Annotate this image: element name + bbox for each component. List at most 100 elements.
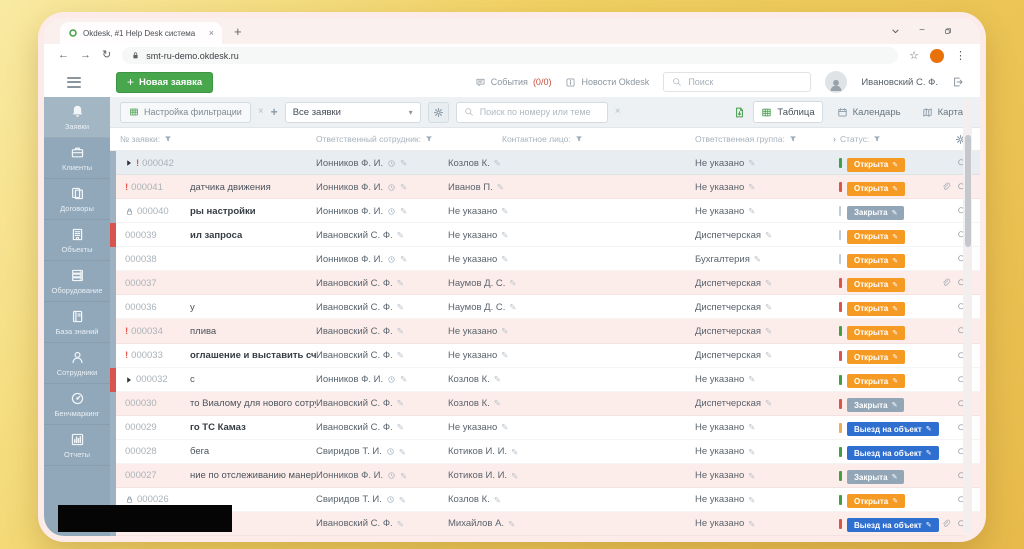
edit-icon[interactable]: ✎ <box>748 159 755 168</box>
ticket-group[interactable]: Не указано✎ <box>692 446 833 457</box>
edit-icon[interactable]: ✎ <box>748 520 755 529</box>
edit-icon[interactable]: ✎ <box>400 207 407 216</box>
scrollbar[interactable] <box>963 99 972 534</box>
status-badge[interactable]: Открыта✎ <box>847 302 905 316</box>
browser-menu-icon[interactable]: ⋮ <box>955 49 966 62</box>
new-tab-button[interactable]: + <box>234 25 242 38</box>
edit-icon[interactable]: ✎ <box>400 255 407 264</box>
ticket-employee[interactable]: Ивановский С. Ф.✎ <box>316 422 448 433</box>
ticket-group[interactable]: Диспетчерская✎ <box>692 398 833 409</box>
ticket-contact[interactable]: Не указано✎ <box>448 254 692 265</box>
status-badge[interactable]: Открыта✎ <box>847 230 905 244</box>
edit-icon[interactable]: ✎ <box>748 183 755 192</box>
ticket-employee[interactable]: Ивановский С. Ф.✎ <box>316 398 448 409</box>
window-restore-icon[interactable] <box>944 27 952 35</box>
window-minimize-icon[interactable]: − <box>919 26 925 36</box>
ticket-number[interactable]: 000037 <box>125 278 157 289</box>
edit-icon[interactable]: ✎ <box>511 472 518 481</box>
edit-icon[interactable]: ✎ <box>501 423 508 432</box>
sidebar-item-equipment[interactable]: Оборудование <box>44 261 110 302</box>
hamburger-menu-icon[interactable] <box>67 77 81 88</box>
ticket-subject[interactable]: го ТС Камаз <box>190 422 316 433</box>
status-badge[interactable]: Выезд на объект✎ <box>847 518 939 532</box>
ticket-contact[interactable]: Наумов Д. С.✎ <box>448 302 692 313</box>
ticket-number[interactable]: 000042 <box>142 158 174 169</box>
edit-icon[interactable]: ✎ <box>509 303 516 312</box>
ticket-employee[interactable]: Ионников Ф. И.✎ <box>316 470 448 481</box>
edit-icon[interactable]: ✎ <box>397 231 404 240</box>
ticket-subject[interactable]: то Виалому для нового сотрудн… <box>190 398 316 409</box>
edit-icon[interactable]: ✎ <box>400 375 407 384</box>
edit-icon[interactable]: ✎ <box>765 327 772 336</box>
sidebar-item-clients[interactable]: Клиенты <box>44 138 110 179</box>
ticket-row[interactable]: !000042Ионников Ф. И.✎Козлов К.✎Не указа… <box>110 151 980 175</box>
filter-clear-icon[interactable]: × <box>258 107 264 117</box>
ticket-employee[interactable]: Ивановский С. Ф.✎ <box>316 518 448 529</box>
header-status[interactable]: › Статус: <box>833 134 939 144</box>
status-badge[interactable]: Закрыта✎ <box>847 470 904 484</box>
tab-close-icon[interactable]: × <box>209 29 214 38</box>
ticket-number[interactable]: 000027 <box>125 470 157 481</box>
edit-icon[interactable]: ✎ <box>765 231 772 240</box>
reload-icon[interactable]: ↻ <box>102 50 111 61</box>
browser-profile-avatar[interactable] <box>930 49 944 63</box>
ticket-group[interactable]: Не указано✎ <box>692 422 833 433</box>
status-badge[interactable]: Закрыта✎ <box>847 206 904 220</box>
ticket-contact[interactable]: Козлов К.✎ <box>448 494 692 505</box>
ticket-row[interactable]: 000032сИонников Ф. И.✎Козлов К.✎Не указа… <box>110 368 980 392</box>
ticket-group[interactable]: Диспетчерская✎ <box>692 350 833 361</box>
ticket-employee[interactable]: Ивановский С. Ф.✎ <box>316 326 448 337</box>
edit-icon[interactable]: ✎ <box>511 448 518 457</box>
status-badge[interactable]: Закрыта✎ <box>847 398 904 412</box>
ticket-contact[interactable]: Козлов К.✎ <box>448 398 692 409</box>
ticket-row[interactable]: 000027ние по отслеживанию манеры…Ионнико… <box>110 464 980 488</box>
filter-add-icon[interactable]: + <box>271 106 278 118</box>
forward-icon[interactable]: → <box>80 50 91 61</box>
ticket-number[interactable]: 000030 <box>125 398 157 409</box>
ticket-row[interactable]: 000026Свиридов Т. И.✎Козлов К.✎Не указан… <box>110 488 980 512</box>
header-ticket-number[interactable]: № заявки: <box>116 134 316 144</box>
back-icon[interactable]: ← <box>58 50 69 61</box>
expand-arrow-icon[interactable] <box>125 159 133 167</box>
ticket-contact[interactable]: Козлов К.✎ <box>448 374 692 385</box>
ticket-row[interactable]: 000028бегаСвиридов Т. И.✎Котиков И. И.✎Н… <box>110 440 980 464</box>
ticket-employee[interactable]: Ионников Ф. И.✎ <box>316 206 448 217</box>
edit-icon[interactable]: ✎ <box>748 496 755 505</box>
edit-icon[interactable]: ✎ <box>501 255 508 264</box>
ticket-row[interactable]: !000033оглашение и выставить счет…Иванов… <box>110 344 980 368</box>
edit-icon[interactable]: ✎ <box>400 472 407 481</box>
ticket-contact[interactable]: Котиков И. И.✎ <box>448 446 692 457</box>
sidebar-item-benchmarking[interactable]: Бенчмаркинг <box>44 384 110 425</box>
header-contact[interactable]: Контактное лицо: <box>448 134 692 144</box>
edit-icon[interactable]: ✎ <box>397 303 404 312</box>
filter-gear-button[interactable] <box>428 102 449 123</box>
ticket-number[interactable]: 000026 <box>137 494 169 505</box>
ticket-group[interactable]: Не указано✎ <box>692 470 833 481</box>
global-search-input[interactable]: Поиск <box>663 72 811 92</box>
user-name[interactable]: Ивановский С. Ф. <box>861 77 938 88</box>
sidebar-item-contracts[interactable]: Договоры <box>44 179 110 220</box>
ticket-contact[interactable]: Не указано✎ <box>448 230 692 241</box>
ticket-employee[interactable]: Свиридов Т. И.✎ <box>316 446 448 457</box>
ticket-contact[interactable]: Не указано✎ <box>448 422 692 433</box>
edit-icon[interactable]: ✎ <box>397 423 404 432</box>
ticket-group[interactable]: Диспетчерская✎ <box>692 302 833 313</box>
edit-icon[interactable]: ✎ <box>399 448 406 457</box>
ticket-subject[interactable]: ил запроса <box>190 230 316 241</box>
edit-icon[interactable]: ✎ <box>501 207 508 216</box>
edit-icon[interactable]: ✎ <box>765 399 772 408</box>
window-chevron-icon[interactable] <box>891 27 900 36</box>
ticket-row[interactable]: 000036уИвановский С. Ф.✎Наумов Д. С.✎Дис… <box>110 295 980 319</box>
edit-icon[interactable]: ✎ <box>508 520 515 529</box>
edit-icon[interactable]: ✎ <box>765 279 772 288</box>
header-group[interactable]: Ответственная группа: <box>692 134 833 144</box>
ticket-row[interactable]: !000034пливаИвановский С. Ф.✎Не указано✎… <box>110 319 980 343</box>
ticket-subject[interactable]: у <box>190 302 316 313</box>
ticket-number[interactable]: 000041 <box>131 182 163 193</box>
edit-icon[interactable]: ✎ <box>494 399 501 408</box>
ticket-row[interactable]: 000039ил запросаИвановский С. Ф.✎Не указ… <box>110 223 980 247</box>
status-badge[interactable]: Открыта✎ <box>847 278 905 292</box>
ticket-contact[interactable]: Козлов К.✎ <box>448 158 692 169</box>
ticket-number[interactable]: 000034 <box>131 326 163 337</box>
edit-icon[interactable]: ✎ <box>397 327 404 336</box>
